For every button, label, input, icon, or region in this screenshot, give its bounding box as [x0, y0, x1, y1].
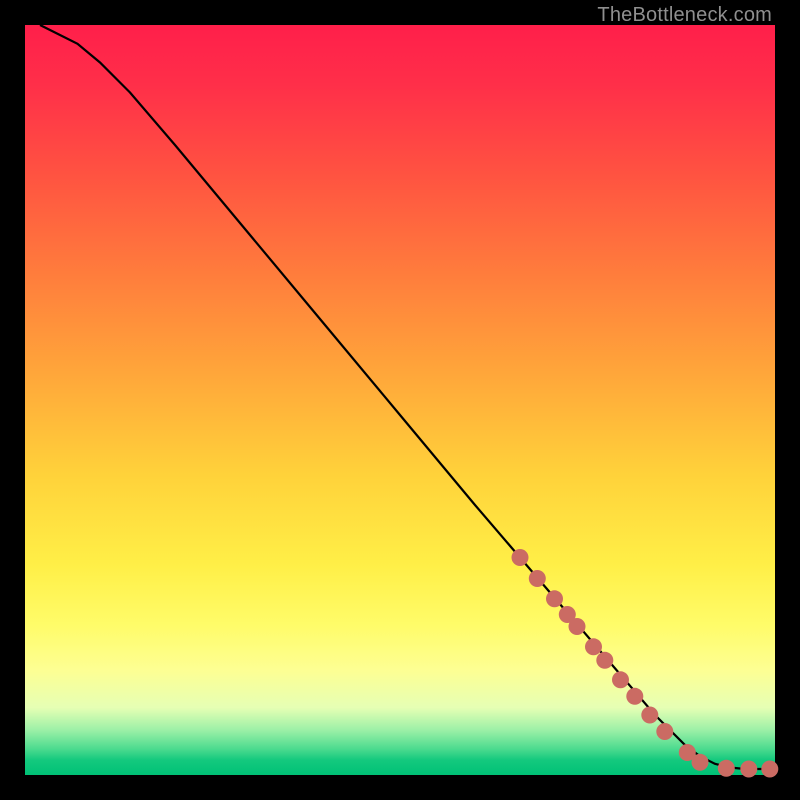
data-marker	[569, 618, 586, 635]
data-marker	[612, 671, 629, 688]
data-marker	[656, 723, 673, 740]
watermark-text: TheBottleneck.com	[597, 4, 772, 27]
marker-group	[512, 549, 779, 778]
data-marker	[529, 570, 546, 587]
curve-path	[40, 25, 775, 769]
data-marker	[692, 754, 709, 771]
data-marker	[626, 688, 643, 705]
plot-area	[25, 25, 775, 775]
data-marker	[740, 761, 757, 778]
data-marker	[641, 707, 658, 724]
curve-svg	[25, 25, 775, 775]
data-marker	[718, 760, 735, 777]
data-marker	[546, 590, 563, 607]
data-marker	[596, 652, 613, 669]
data-marker	[761, 761, 778, 778]
data-marker	[585, 638, 602, 655]
data-marker	[512, 549, 529, 566]
chart-frame: TheBottleneck.com	[0, 0, 800, 800]
